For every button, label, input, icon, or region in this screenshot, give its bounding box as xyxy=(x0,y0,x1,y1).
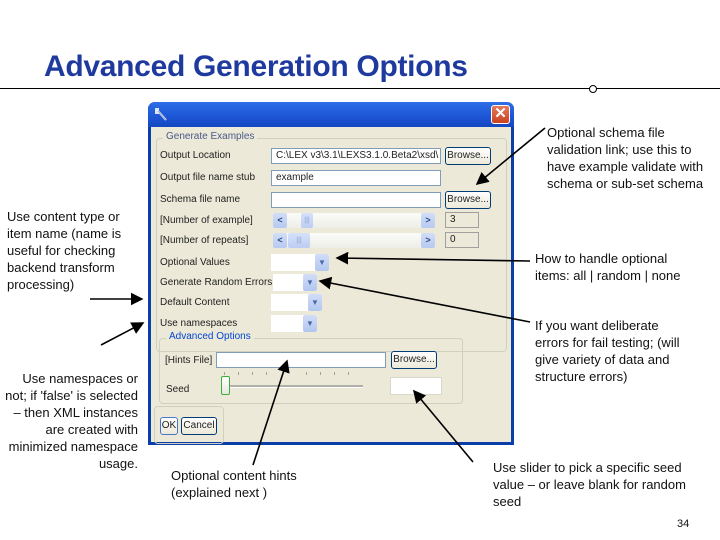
hints-file-browse-button[interactable]: Browse... xyxy=(391,351,437,369)
slider-thumb[interactable] xyxy=(221,376,230,395)
default-content-dropdown[interactable]: ▼ xyxy=(271,294,322,311)
page-number: 34 xyxy=(677,518,690,530)
scroll-left-icon[interactable]: < xyxy=(273,213,287,228)
seed-annotation: Use slider to pick a specific seed value… xyxy=(493,460,686,509)
slider-tick xyxy=(224,372,225,375)
output-location-browse-button[interactable]: Browse... xyxy=(445,147,491,165)
slider-tick xyxy=(306,372,307,375)
seed-slider[interactable] xyxy=(221,372,371,395)
use-namespaces-dropdown[interactable]: ▼ xyxy=(271,315,317,332)
chevron-down-icon[interactable]: ▼ xyxy=(303,315,317,332)
scroll-thumb[interactable]: ||| xyxy=(301,213,313,228)
close-button[interactable]: ✕ xyxy=(491,105,510,124)
schema-file-browse-button[interactable]: Browse... xyxy=(445,191,491,209)
divider-knob xyxy=(589,85,597,93)
generate-examples-legend: Generate Examples xyxy=(163,131,258,142)
cancel-button[interactable]: Cancel xyxy=(181,417,217,435)
hints-file-label: [Hints File] xyxy=(165,355,213,366)
number-of-repeats-value: 0 xyxy=(445,232,479,248)
errors-annotation: If you want deliberate errors for fail t… xyxy=(535,318,680,384)
slide-title: Advanced Generation Options xyxy=(44,50,468,83)
slider-track xyxy=(221,385,363,388)
number-of-example-label: [Number of example] xyxy=(160,215,253,226)
output-location-input[interactable]: C:\LEX v3\3.1\LEXS3.1.0.Beta2\xsd\ xyxy=(271,148,441,164)
content-type-annotation: Use content type or item name (name is u… xyxy=(7,209,122,292)
optional-values-dropdown[interactable]: ▼ xyxy=(271,254,329,271)
slider-tick xyxy=(252,372,253,375)
optional-values-label: Optional Values xyxy=(160,257,230,268)
hints-file-input[interactable] xyxy=(216,352,386,368)
random-errors-dropdown[interactable]: ▼ xyxy=(273,274,317,291)
use-namespaces-label: Use namespaces xyxy=(160,318,238,329)
output-stub-label: Output file name stub xyxy=(160,172,256,183)
dialog-titlebar[interactable]: ✕ xyxy=(148,102,514,127)
slider-tick xyxy=(266,372,267,375)
number-of-repeats-scrollbar[interactable]: < ||| > xyxy=(273,233,435,248)
number-of-example-scrollbar[interactable]: < ||| > xyxy=(273,213,435,228)
schema-annotation: Optional schema file validation link; us… xyxy=(547,125,704,191)
hints-annotation: Optional content hints (explained next ) xyxy=(171,468,297,500)
namespaces-annotation: Use namespaces or not; if 'false' is sel… xyxy=(5,371,138,471)
dialog-client-area: Generate Examples Output Location C:\LEX… xyxy=(151,127,511,444)
output-location-label: Output Location xyxy=(160,150,231,161)
ok-button[interactable]: OK xyxy=(160,417,178,435)
seed-label: Seed xyxy=(166,384,190,395)
random-errors-label: Generate Random Errors xyxy=(160,277,273,288)
chevron-down-icon[interactable]: ▼ xyxy=(303,274,317,291)
schema-file-label: Schema file name xyxy=(160,194,241,205)
slider-tick xyxy=(320,372,321,375)
title-divider xyxy=(0,88,720,89)
schema-file-input[interactable] xyxy=(271,192,441,208)
default-content-label: Default Content xyxy=(160,297,230,308)
chevron-down-icon[interactable]: ▼ xyxy=(315,254,329,271)
scroll-thumb[interactable]: ||| xyxy=(288,233,310,248)
slider-tick xyxy=(238,372,239,375)
chevron-down-icon[interactable]: ▼ xyxy=(308,294,322,311)
number-of-example-value: 3 xyxy=(445,212,479,228)
scroll-left-icon[interactable]: < xyxy=(273,233,287,248)
number-of-repeats-label: [Number of repeats] xyxy=(160,235,249,246)
scroll-right-icon[interactable]: > xyxy=(421,213,435,228)
app-wand-icon xyxy=(155,108,167,121)
arrow-namespaces xyxy=(100,322,145,346)
output-stub-input[interactable]: example xyxy=(271,170,441,186)
seed-input[interactable] xyxy=(390,377,442,395)
generate-examples-dialog: ✕ Generate Examples Output Location C:\L… xyxy=(148,102,514,445)
scroll-right-icon[interactable]: > xyxy=(421,233,435,248)
optional-items-annotation: How to handle optional items: all | rand… xyxy=(535,251,681,283)
slider-tick xyxy=(348,372,349,375)
slider-tick xyxy=(334,372,335,375)
advanced-options-legend: Advanced Options xyxy=(166,331,254,342)
